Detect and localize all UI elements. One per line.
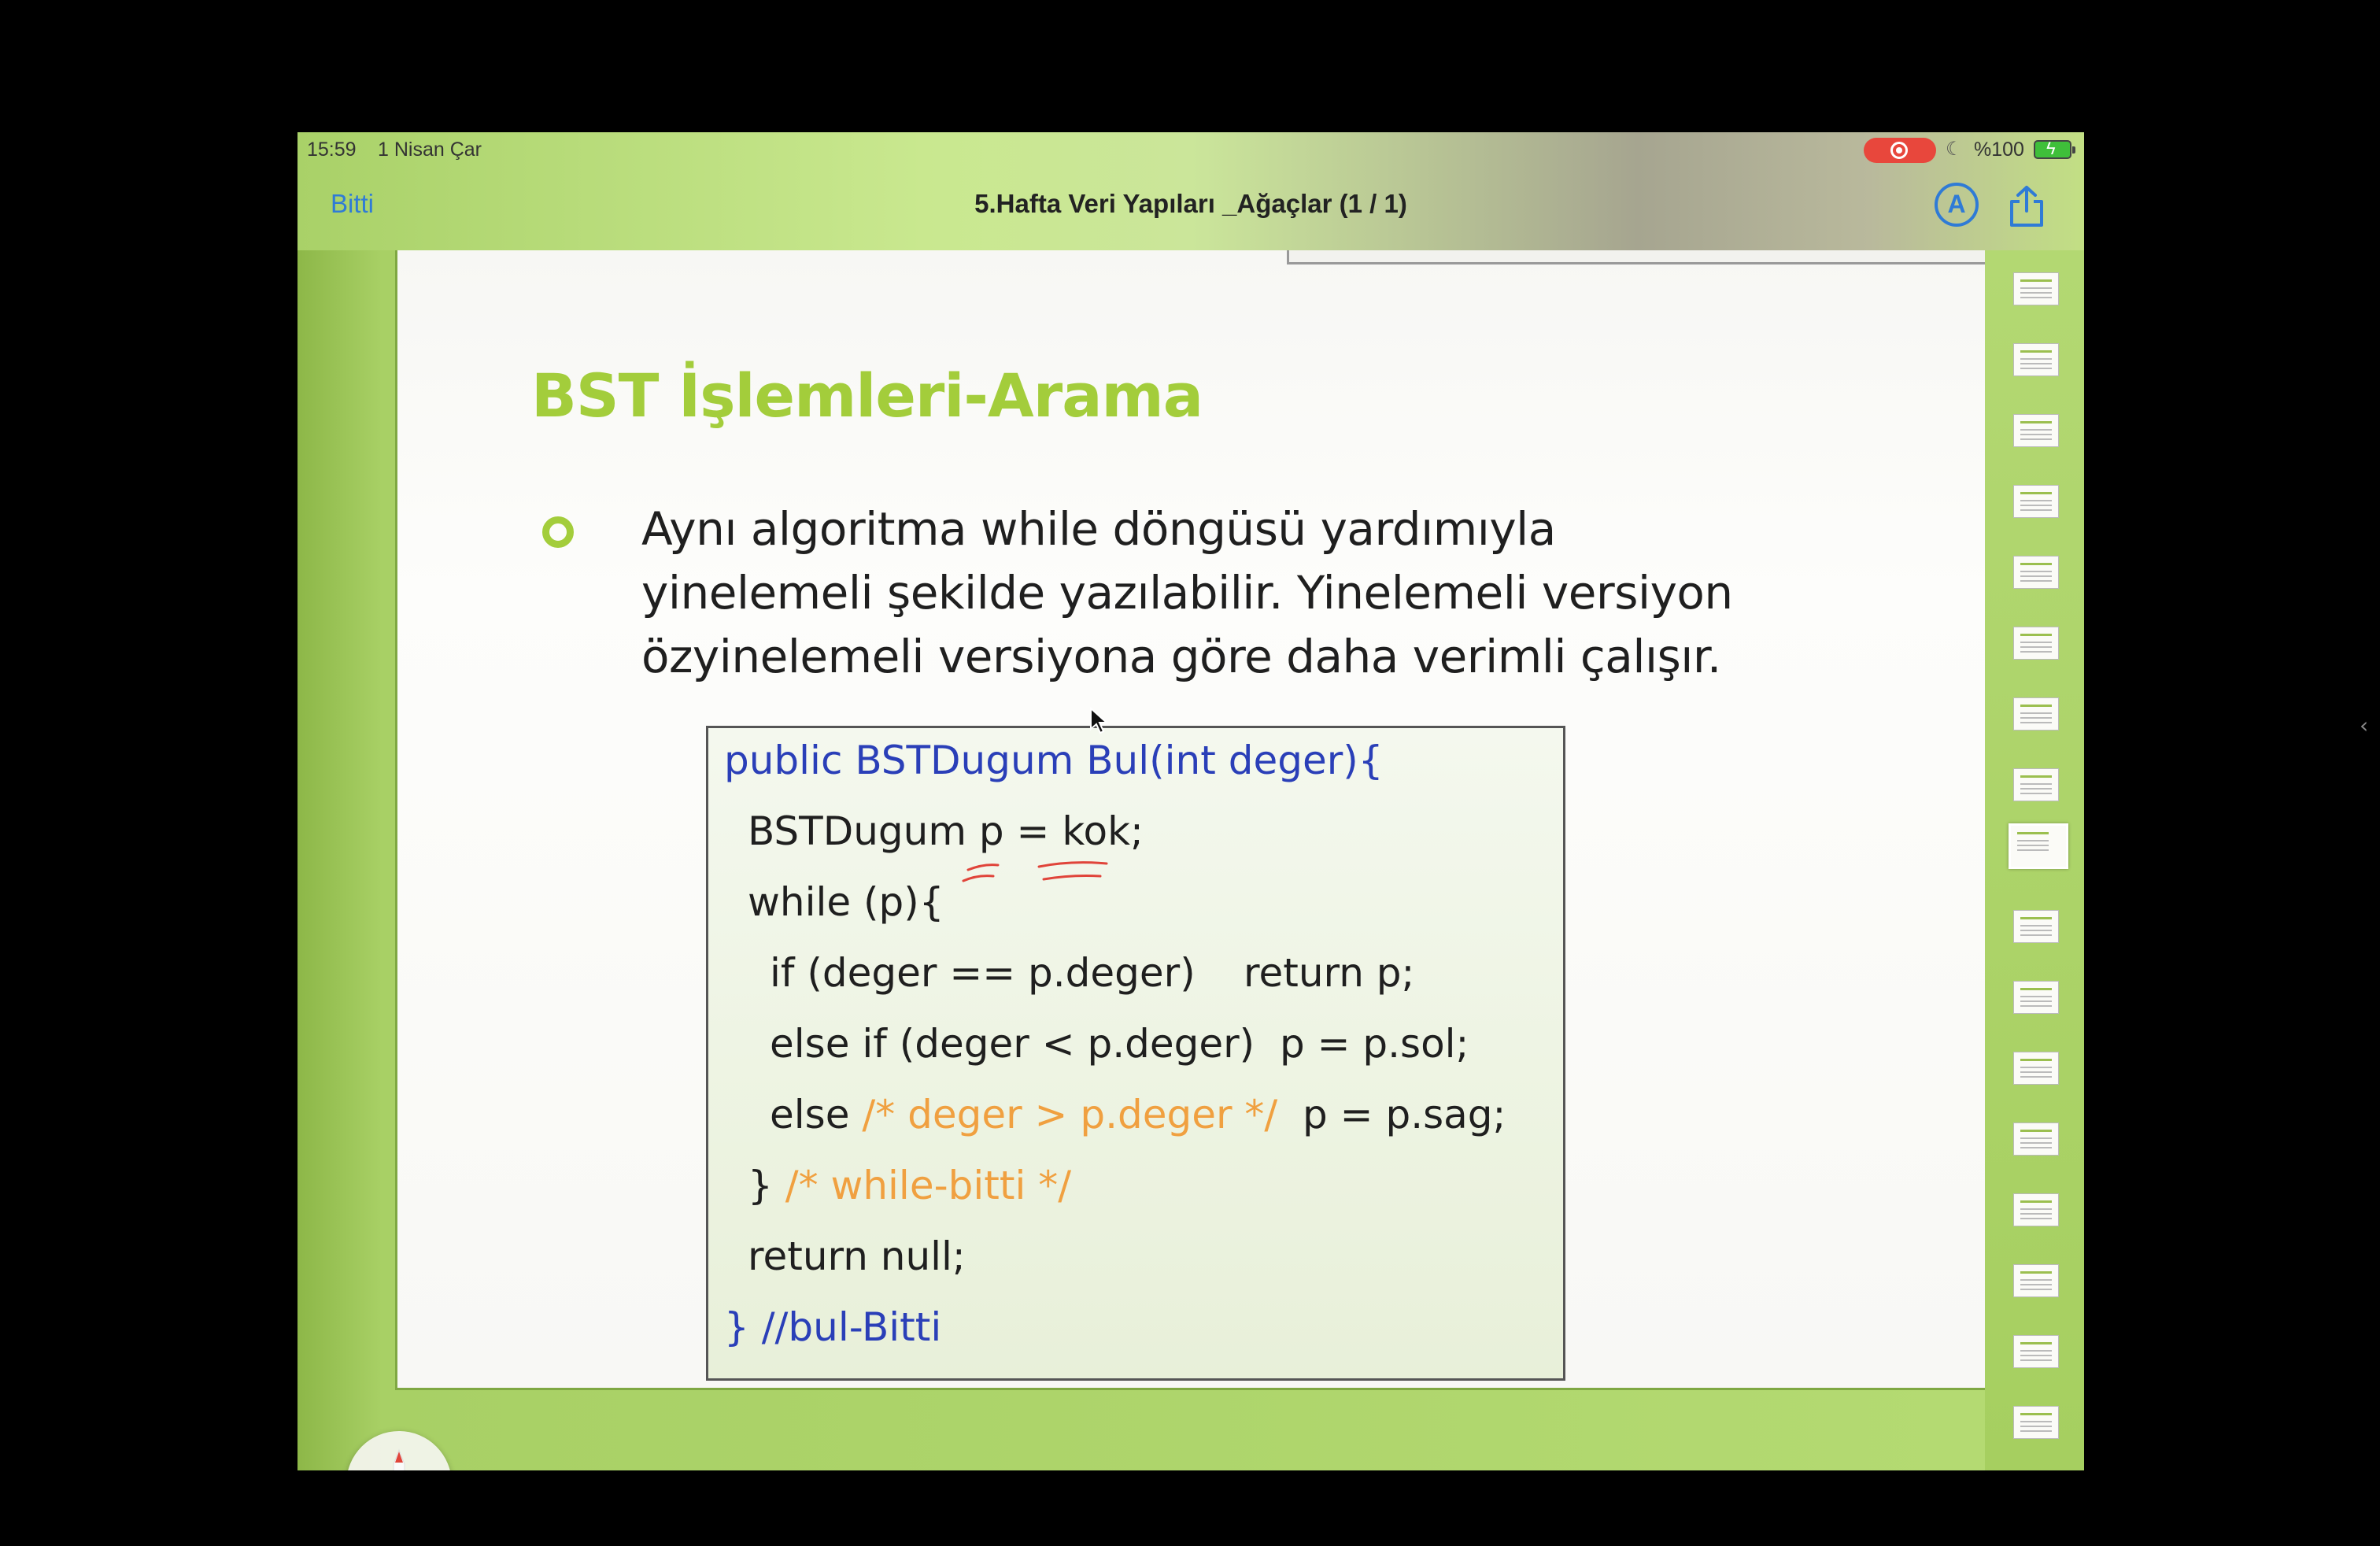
code-comment: /* deger > p.deger */ — [862, 1092, 1278, 1137]
previous-page-edge — [1287, 250, 2001, 264]
page-thumbnail[interactable] — [2013, 556, 2059, 589]
pencil-tool-button[interactable] — [346, 1431, 452, 1470]
page-thumbnail[interactable] — [2013, 1193, 2059, 1226]
code-line-9: } //bul-Bitti — [724, 1304, 942, 1350]
code-line-5: else if (deger < p.deger) p = p.sol; — [770, 1021, 1469, 1067]
do-not-disturb-icon: ☾ — [1946, 139, 1963, 160]
code-line-6: else /* deger > p.deger */ p = p.sag; — [770, 1092, 1506, 1137]
navigation-bar: Bitti 5.Hafta Veri Yapıları _Ağaçlar (1 … — [298, 167, 2084, 250]
screen-recording-indicator[interactable] — [1864, 138, 1936, 163]
status-time: 15:59 — [307, 139, 357, 161]
page-thumbnail[interactable] — [2013, 697, 2059, 730]
markup-pen-icon[interactable]: A — [1935, 183, 1979, 227]
bullet-line: özyinelemeli versiyona göre daha verimli… — [641, 630, 1721, 683]
page-thumbnail[interactable] — [2013, 343, 2059, 376]
page-thumbnail[interactable] — [2013, 1264, 2059, 1297]
code-line-7: } /* while-bitti */ — [748, 1163, 1072, 1208]
battery-percentage: %100 — [1974, 139, 2024, 161]
page-thumbnail-current[interactable] — [2009, 823, 2068, 869]
slide-page: BST İşlemleri-Arama Aynı algoritma while… — [395, 250, 2001, 1390]
code-line-3: while (p){ — [748, 879, 944, 925]
status-bar: 15:59 1 Nisan Çar ☾ %100 ϟ — [298, 132, 2084, 167]
code-block: public BSTDugum Bul(int deger){ BSTDugum… — [706, 726, 1565, 1381]
code-line-4b: return p; — [1244, 950, 1415, 996]
bullet-icon — [542, 516, 574, 548]
code-line-8: return null; — [748, 1233, 966, 1279]
bullet-line: yinelemeli şekilde yazılabilir. Yineleme… — [641, 566, 1733, 620]
page-thumbnail[interactable] — [2013, 1052, 2059, 1085]
page-thumbnail[interactable] — [2013, 627, 2059, 660]
page-thumbnail[interactable] — [2013, 768, 2059, 801]
status-date: 1 Nisan Çar — [378, 139, 482, 161]
page-thumbnail[interactable] — [2013, 414, 2059, 447]
slide-title: BST İşlemleri-Arama — [531, 361, 1203, 431]
code-line-2: BSTDugum p = kok; — [748, 808, 1144, 854]
thumbnail-sidebar[interactable] — [1985, 250, 2084, 1470]
page-thumbnail[interactable] — [2013, 272, 2059, 305]
bullet-text: Aynı algoritma while döngüsü yardımıyla … — [641, 497, 1901, 689]
code-line-4a: if (deger == p.deger) — [770, 950, 1196, 996]
page-thumbnail[interactable] — [2013, 910, 2059, 943]
share-icon[interactable] — [2005, 184, 2048, 228]
document-view: BST İşlemleri-Arama Aynı algoritma while… — [298, 250, 2001, 1470]
bullet-line: Aynı algoritma while döngüsü yardımıyla — [641, 502, 1556, 556]
ipad-screen: 15:59 1 Nisan Çar ☾ %100 ϟ Bitti 5.Hafta… — [298, 132, 2084, 1470]
page-thumbnail[interactable] — [2013, 1123, 2059, 1156]
page-thumbnail[interactable] — [2013, 981, 2059, 1014]
code-comment: /* while-bitti */ — [785, 1163, 1072, 1208]
battery-icon: ϟ — [2034, 139, 2075, 159]
code-line-1: public BSTDugum Bul(int deger){ — [724, 738, 1384, 783]
mouse-cursor-icon — [1090, 707, 1108, 734]
page-thumbnail[interactable] — [2013, 1406, 2059, 1439]
handwritten-annotation — [962, 861, 1108, 882]
page-thumbnail[interactable] — [2013, 485, 2059, 518]
pencil-icon — [393, 1448, 405, 1470]
record-icon — [1890, 142, 1908, 159]
page-thumbnail[interactable] — [2013, 1335, 2059, 1368]
chevron-left-icon[interactable]: ‹ — [2360, 712, 2368, 738]
document-title: 5.Hafta Veri Yapıları _Ağaçlar (1 / 1) — [974, 189, 1407, 218]
